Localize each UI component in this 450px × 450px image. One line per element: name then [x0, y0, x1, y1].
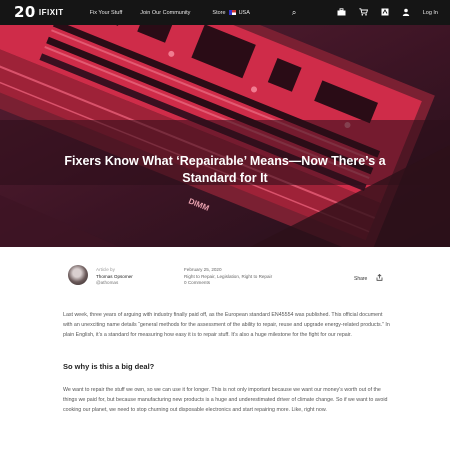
toolbox-icon[interactable]	[337, 7, 346, 18]
comments-count[interactable]: 0 Comments	[184, 280, 272, 287]
logo-anniversary-number: 20	[14, 3, 36, 21]
us-flag-icon	[228, 10, 236, 15]
nav-store[interactable]: Store USA	[212, 10, 249, 16]
top-nav: 20 IFIXIT Fix Your Stuff Join Our Commun…	[0, 0, 450, 25]
language-icon[interactable]	[381, 8, 389, 18]
share-icon[interactable]	[376, 273, 383, 283]
article-paragraph: We want to repair the stuff we own, so w…	[63, 387, 388, 413]
share-control[interactable]: Share	[354, 273, 383, 283]
search-icon[interactable]: ⌕	[292, 8, 296, 17]
hero-banner: DIMM Fixers Know What ‘Repairable’ Means…	[0, 25, 450, 247]
nav-store-label: Store	[212, 9, 226, 16]
article-meta: Article by Thomas Opsomer @athomas Febru…	[0, 247, 450, 297]
article-body: Last week, three years of arguing with i…	[63, 310, 393, 415]
publication-info: February 25, 2020 Right to Repair, Legis…	[184, 267, 272, 287]
cart-icon[interactable]	[359, 7, 368, 18]
user-icon[interactable]	[402, 8, 410, 18]
nav-actions: Log In	[337, 0, 438, 25]
nav-store-region: USA	[238, 9, 250, 16]
article-paragraph: Last week, three years of arguing with i…	[63, 312, 390, 338]
nav-link-fix-your-stuff[interactable]: Fix Your Stuff	[90, 10, 123, 16]
author-avatar[interactable]	[68, 265, 88, 285]
hero-image: DIMM	[0, 25, 450, 247]
author-info: Article by Thomas Opsomer @athomas	[96, 267, 133, 287]
ifixit-logo[interactable]: 20 IFIXIT	[14, 5, 64, 20]
login-link[interactable]: Log In	[423, 10, 438, 16]
nav-link-join-community[interactable]: Join Our Community	[140, 10, 190, 16]
logo-wordmark: IFIXIT	[38, 8, 64, 17]
share-label: Share	[354, 275, 368, 282]
section-heading: So why is this a big deal?	[63, 362, 155, 371]
author-handle[interactable]: @athomas	[96, 280, 133, 287]
article-title: Fixers Know What ‘Repairable’ Means—Now …	[64, 154, 386, 185]
